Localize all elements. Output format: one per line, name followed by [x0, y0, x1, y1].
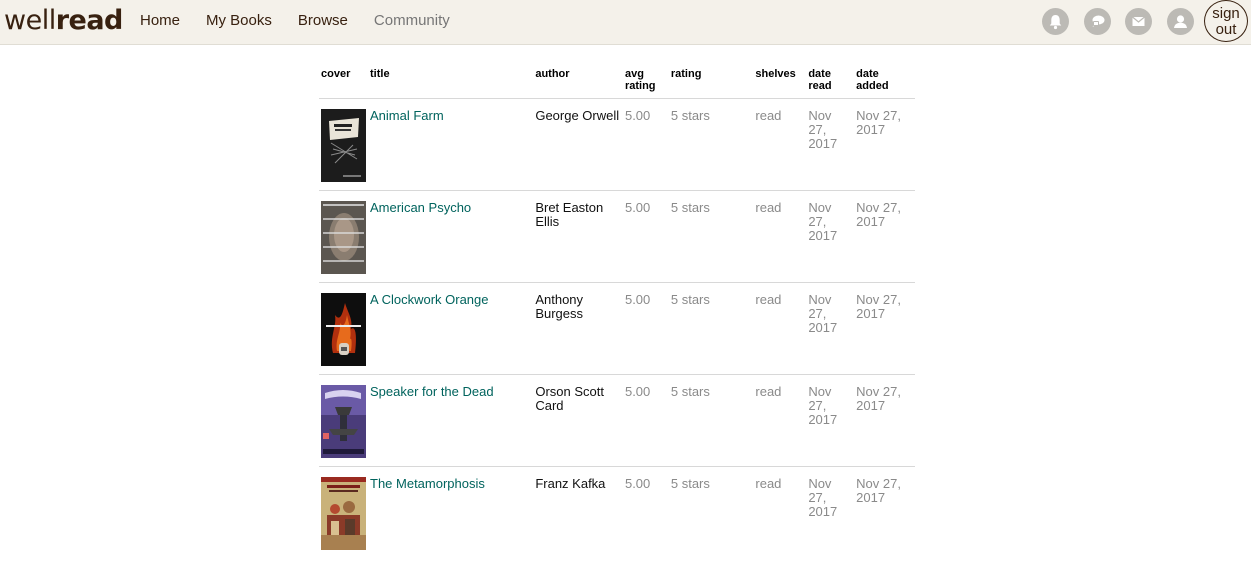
table-row: The Metamorphosis Franz Kafka 5.00 5 sta… [319, 467, 915, 559]
avg-rating-cell: 5.00 [624, 476, 651, 491]
date-read-cell: Nov 27, 2017 [806, 374, 855, 467]
sign-out-line1: sign [1212, 5, 1240, 22]
date-added-cell: Nov 27, 2017 [854, 190, 915, 283]
table-row: A Clockwork Orange Anthony Burgess 5.00 … [319, 282, 915, 375]
shelves-cell: read [755, 476, 782, 491]
column-header-rating[interactable]: rating [668, 64, 754, 99]
book-title-link[interactable]: A Clockwork Orange [370, 292, 489, 307]
book-title-link[interactable]: The Metamorphosis [370, 476, 485, 491]
book-title-link[interactable]: Animal Farm [370, 108, 444, 123]
author-cell: Anthony Burgess [533, 282, 623, 375]
cover-cell [319, 98, 368, 191]
sign-out-line2: out [1215, 21, 1237, 38]
book-cover-animal-farm[interactable] [321, 109, 366, 182]
author-cell: Orson Scott Card [533, 374, 623, 467]
sign-out-button[interactable]: sign out [1204, 0, 1248, 42]
shelves-cell: read [753, 374, 807, 467]
rating-cell: 5 stars [668, 374, 754, 467]
nav-browse[interactable]: Browse [285, 0, 361, 44]
shelves-cell: read [753, 282, 807, 375]
profile-icon[interactable] [1167, 8, 1194, 35]
table-header-row: cover title author avg rating rating she… [319, 64, 915, 99]
avg-rating-cell: 5.00 [622, 374, 669, 467]
top-navigation-bar: wellread Home My Books Browse Community [0, 0, 1251, 45]
main-nav: Home My Books Browse Community [127, 0, 463, 44]
date-read-cell: Nov 27, 2017 [806, 98, 855, 191]
nav-home[interactable]: Home [127, 0, 193, 44]
nav-community[interactable]: Community [361, 0, 463, 44]
date-read-cell: Nov 27, 2017 [806, 282, 855, 375]
date-added-cell: Nov 27, 2017 [854, 374, 915, 467]
cover-cell [319, 190, 368, 283]
cover-cell [319, 374, 368, 467]
column-header-author[interactable]: author [533, 64, 623, 99]
date-added-cell: Nov 27, 2017 [854, 98, 915, 191]
messages-icon[interactable] [1125, 8, 1152, 35]
table-row: American Psycho Bret Easton Ellis 5.00 5… [319, 190, 915, 283]
notifications-icon[interactable] [1042, 8, 1069, 35]
cover-cell [319, 467, 368, 559]
book-cover-a-clockwork-orange[interactable] [321, 293, 366, 366]
friend-requests-icon[interactable] [1084, 8, 1111, 35]
book-cover-the-metamorphosis[interactable] [321, 477, 366, 550]
book-title-link[interactable]: Speaker for the Dead [370, 384, 494, 399]
nav-my-books[interactable]: My Books [193, 0, 285, 44]
shelves-cell: read [753, 190, 807, 283]
date-added-cell: Nov 27, 2017 [854, 282, 915, 375]
logo-text-bold: read [55, 5, 124, 36]
column-header-avg-rating[interactable]: avg rating [622, 64, 669, 99]
book-title-link[interactable]: American Psycho [370, 200, 471, 215]
column-header-date-added[interactable]: date added [854, 64, 915, 99]
wellread-logo[interactable]: wellread [4, 4, 123, 38]
author-cell: Franz Kafka [535, 476, 606, 491]
cover-cell [319, 282, 368, 375]
rating-cell: 5 stars [668, 282, 754, 375]
avg-rating-cell: 5.00 [622, 282, 669, 375]
date-added-cell: Nov 27, 2017 [856, 476, 901, 505]
table-row: Animal Farm George Orwell 5.00 5 stars r… [319, 98, 915, 191]
column-header-date-read[interactable]: date read [806, 64, 855, 99]
books-table: cover title author avg rating rating she… [319, 64, 915, 558]
rating-cell: 5 stars [668, 190, 754, 283]
column-header-title[interactable]: title [368, 64, 534, 99]
avg-rating-cell: 5.00 [622, 98, 669, 191]
table-row: Speaker for the Dead Orson Scott Card 5.… [319, 374, 915, 467]
author-cell: George Orwell [533, 98, 623, 191]
column-header-cover[interactable]: cover [319, 64, 368, 99]
book-cover-american-psycho[interactable] [321, 201, 366, 274]
shelves-cell: read [753, 98, 807, 191]
column-header-shelves[interactable]: shelves [753, 64, 807, 99]
rating-cell: 5 stars [668, 98, 754, 191]
rating-cell: 5 stars [670, 476, 710, 491]
logo-text-light: well [4, 5, 56, 36]
date-read-cell: Nov 27, 2017 [806, 190, 855, 283]
avg-rating-cell: 5.00 [622, 190, 669, 283]
author-cell: Bret Easton Ellis [533, 190, 623, 283]
book-cover-speaker-for-the-dead[interactable] [321, 385, 366, 458]
date-read-cell: Nov 27, 2017 [808, 476, 838, 519]
